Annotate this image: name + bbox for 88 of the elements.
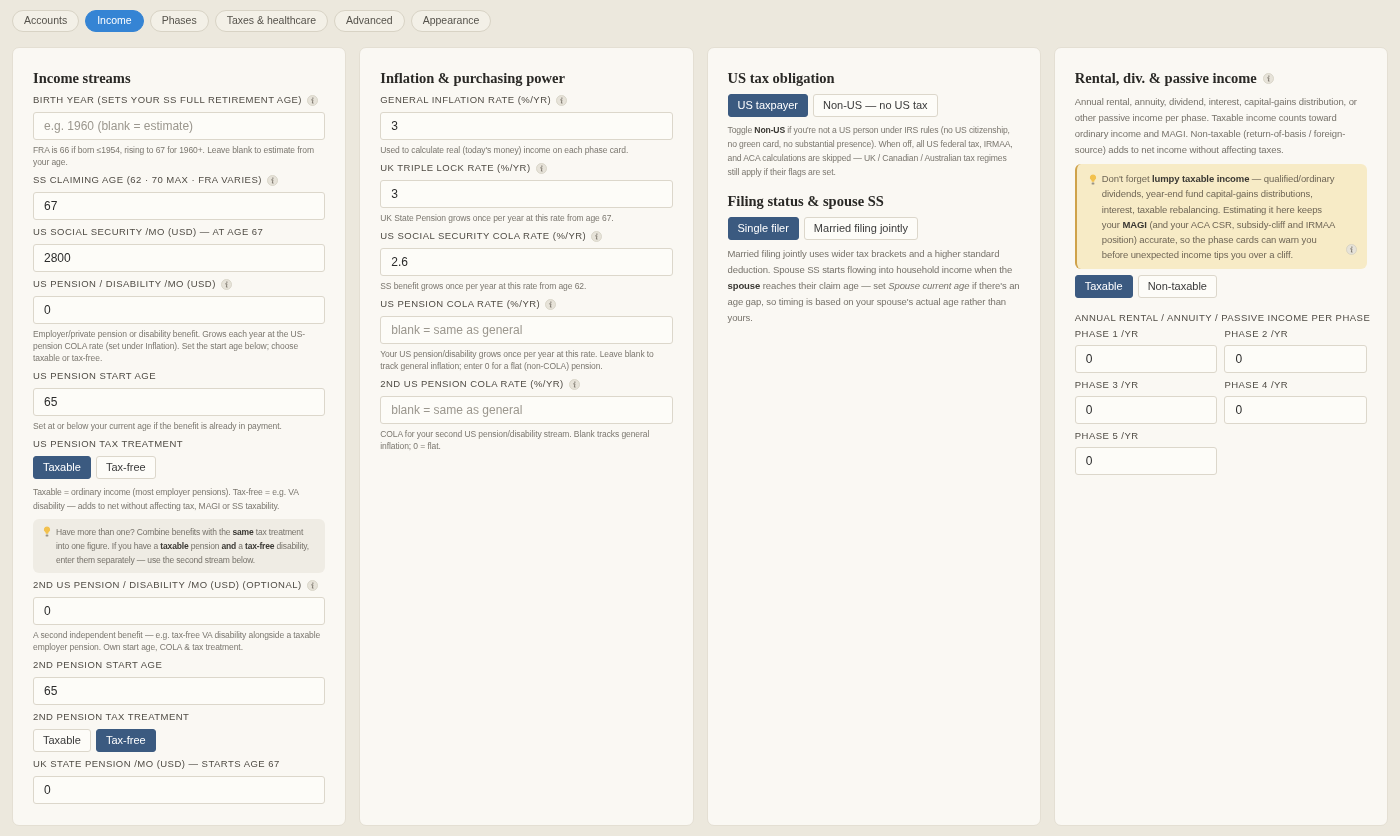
section-title: US tax obligation xyxy=(727,69,835,88)
toggle-button[interactable]: Tax-free xyxy=(95,729,156,752)
input-field[interactable]: 2800 xyxy=(33,244,326,272)
toggle-button[interactable]: Single filer xyxy=(727,217,799,240)
toggle-button[interactable]: Taxable xyxy=(33,456,91,479)
tab[interactable]: Appearance xyxy=(410,10,492,32)
tab[interactable]: Taxes & healthcare xyxy=(214,10,328,32)
field-label: 2ND PENSION TAX TREATMENT xyxy=(33,711,190,723)
toggle-button[interactable]: Non-US — no US tax xyxy=(813,94,938,117)
section-title: Filing status & spouse SS xyxy=(727,192,884,211)
field-label: UK STATE PENSION /MO (USD) — STARTS AGE 67 xyxy=(33,758,280,770)
field-label: BIRTH YEAR (SETS YOUR SS FULL RETIREMENT AGE) xyxy=(33,94,302,106)
tip-text: Don't forget lumpy taxable income — qualified/ordinary dividends, year-end fund capital-gains distributions, interest, taxable rebalancing. Estimating it here keeps your MAGI (and your ACA CSR, subsidy-cliff and IRMAA position) accurate, so the phase cards can warn you before unexpected income tips you over a cliff. xyxy=(1101,172,1336,263)
info-icon[interactable] xyxy=(220,278,232,290)
toggle-button[interactable]: Taxable xyxy=(33,729,91,752)
field-label: SS CLAIMING AGE (62 · 70 MAX · FRA VARIES) xyxy=(33,174,262,186)
input-field[interactable]: 3 xyxy=(380,180,673,208)
section-title: Inflation & purchasing power xyxy=(380,69,565,88)
input-field[interactable]: 2.6 xyxy=(380,248,673,276)
tab[interactable]: Income xyxy=(85,10,144,32)
tab[interactable]: Advanced xyxy=(334,10,405,32)
field-label: US PENSION START AGE xyxy=(33,370,156,382)
tab[interactable]: Accounts xyxy=(12,10,80,32)
field-label: US PENSION COLA RATE (%/YR) xyxy=(380,298,541,310)
toggle-button[interactable]: Non-taxable xyxy=(1137,274,1217,298)
field-label: ANNUAL RENTAL / ANNUITY / PASSIVE INCOME PER PHASE xyxy=(1074,311,1371,324)
input-field[interactable]: 0 xyxy=(1074,446,1218,475)
field-label: UK TRIPLE LOCK RATE (%/YR) xyxy=(380,162,531,174)
field-label: PHASE 1 /YR xyxy=(1074,327,1139,340)
hint-text: A second independent benefit — e.g. tax-free VA disability alongside a taxable employer pension. Own start age, COLA & tax treatment. xyxy=(33,629,322,653)
field-label: PHASE 3 /YR xyxy=(1074,378,1139,391)
info-icon[interactable] xyxy=(556,94,568,106)
info-icon[interactable] xyxy=(306,94,318,106)
field-label: PHASE 2 /YR xyxy=(1224,327,1289,340)
hint-text: Your US pension/disability grows once per year at this rate. Leave blank to track general inflation; enter 0 for a flat (non-COLA) pension. xyxy=(380,348,655,372)
field-label: US SOCIAL SECURITY COLA RATE (%/YR) xyxy=(380,230,587,242)
info-icon[interactable] xyxy=(1262,72,1274,84)
hint-text: FRA is 66 if born ≤1954, rising to 67 for 1960+. Leave blank to estimate from your age. xyxy=(33,144,315,168)
tip-text: Have more than one? Combine benefits with the same tax treatment into one figure. If you have a taxable pension and a tax-free disability, enter them separately — use the second stream below. xyxy=(56,526,310,567)
input-field[interactable]: 65 xyxy=(33,677,326,705)
section-title: Rental, div. & passive income xyxy=(1074,69,1257,88)
hint-text: Used to calculate real (today's money) income on each phase card. xyxy=(380,144,630,156)
input-field[interactable]: 0 xyxy=(1074,395,1218,424)
field-label: GENERAL INFLATION RATE (%/YR) xyxy=(380,94,552,106)
input-field[interactable]: 0 xyxy=(1224,395,1367,424)
input-field[interactable]: blank = same as general xyxy=(380,396,673,424)
input-field[interactable]: e.g. 1960 (blank = estimate) xyxy=(33,112,326,140)
toggle-button[interactable]: Tax-free xyxy=(95,456,156,479)
info-icon[interactable] xyxy=(568,378,580,390)
info-icon[interactable] xyxy=(591,230,603,242)
info-icon[interactable] xyxy=(1346,243,1357,255)
section-title: Income streams xyxy=(33,69,131,88)
input-field[interactable]: 0 xyxy=(1224,344,1367,373)
hint-text: Toggle Non-US if you're not a US person under IRS rules (no US citizenship, no green card, no substantial presence). When off, all US federal tax, IRMAA, and ACA calculations are skipped — UK / Canadian / Australian tax regimes still apply if their flags are set. xyxy=(727,124,1014,179)
hint-text: Set at or below your current age if the benefit is already in payment. xyxy=(33,420,283,432)
input-field[interactable]: 0 xyxy=(1074,344,1218,373)
lightbulb-icon xyxy=(43,526,51,537)
field-label: 2ND US PENSION COLA RATE (%/YR) xyxy=(380,378,564,390)
field-label: US SOCIAL SECURITY /MO (USD) — AT AGE 67 xyxy=(33,226,264,238)
field-label: PHASE 4 /YR xyxy=(1224,378,1289,391)
field-label: US PENSION TAX TREATMENT xyxy=(33,438,184,450)
hint-text: Taxable = ordinary income (most employer pensions). Tax-free = e.g. VA disability — adds to net without affecting tax, MAGI or SS taxability. xyxy=(33,486,300,513)
hint-text: UK State Pension grows once per year at this rate from age 67. xyxy=(380,212,615,224)
input-field[interactable]: 65 xyxy=(33,388,326,416)
field-label: 2ND US PENSION / DISABILITY /MO (USD) (OPTIONAL) xyxy=(33,579,302,591)
field-label: PHASE 5 /YR xyxy=(1074,429,1139,442)
info-icon[interactable] xyxy=(535,162,547,174)
hint-text: SS benefit grows once per year at this rate from age 62. xyxy=(380,280,588,292)
description-text: Annual rental, annuity, dividend, interest, capital-gains distribution, or other passive income per phase. Taxable income counts toward ordinary income and MAGI. Non-taxable (return-of-basis / foreign-source) adds to net income without affecting taxes. xyxy=(1074,95,1358,157)
hint-text: COLA for your second US pension/disability stream. Blank tracks general inflation; 0 = flat. xyxy=(380,428,651,452)
info-icon[interactable] xyxy=(266,174,278,186)
input-field[interactable]: 3 xyxy=(380,112,673,140)
input-field[interactable]: 0 xyxy=(33,776,326,804)
input-field[interactable]: 0 xyxy=(33,597,326,625)
hint-text: Employer/private pension or disability benefit. Grows each year at the US-pension COLA rate (set under Inflation). Set the start age below; choose taxable or tax-free. xyxy=(33,328,306,364)
toggle-button[interactable]: Married filing jointly xyxy=(803,217,918,240)
lightbulb-icon xyxy=(1088,174,1097,185)
input-field[interactable]: 67 xyxy=(33,192,326,220)
field-label: 2ND PENSION START AGE xyxy=(33,659,163,671)
tab[interactable]: Phases xyxy=(149,10,209,32)
input-field[interactable]: blank = same as general xyxy=(380,316,673,344)
input-field[interactable]: 0 xyxy=(33,296,326,324)
toggle-button[interactable]: Taxable xyxy=(1074,274,1133,298)
toggle-button[interactable]: US taxpayer xyxy=(727,94,809,117)
info-icon[interactable] xyxy=(306,579,318,591)
description-text: Married filing jointly uses wider tax brackets and a higher standard deduction. Spouse SS starts flowing into household income when the spouse reaches their claim age — set Spouse current age if there's an age gap, so timing is based on your spouse's actual age rather than yours. xyxy=(727,247,1020,325)
info-icon[interactable] xyxy=(545,298,557,310)
field-label: US PENSION / DISABILITY /MO (USD) xyxy=(33,278,216,290)
